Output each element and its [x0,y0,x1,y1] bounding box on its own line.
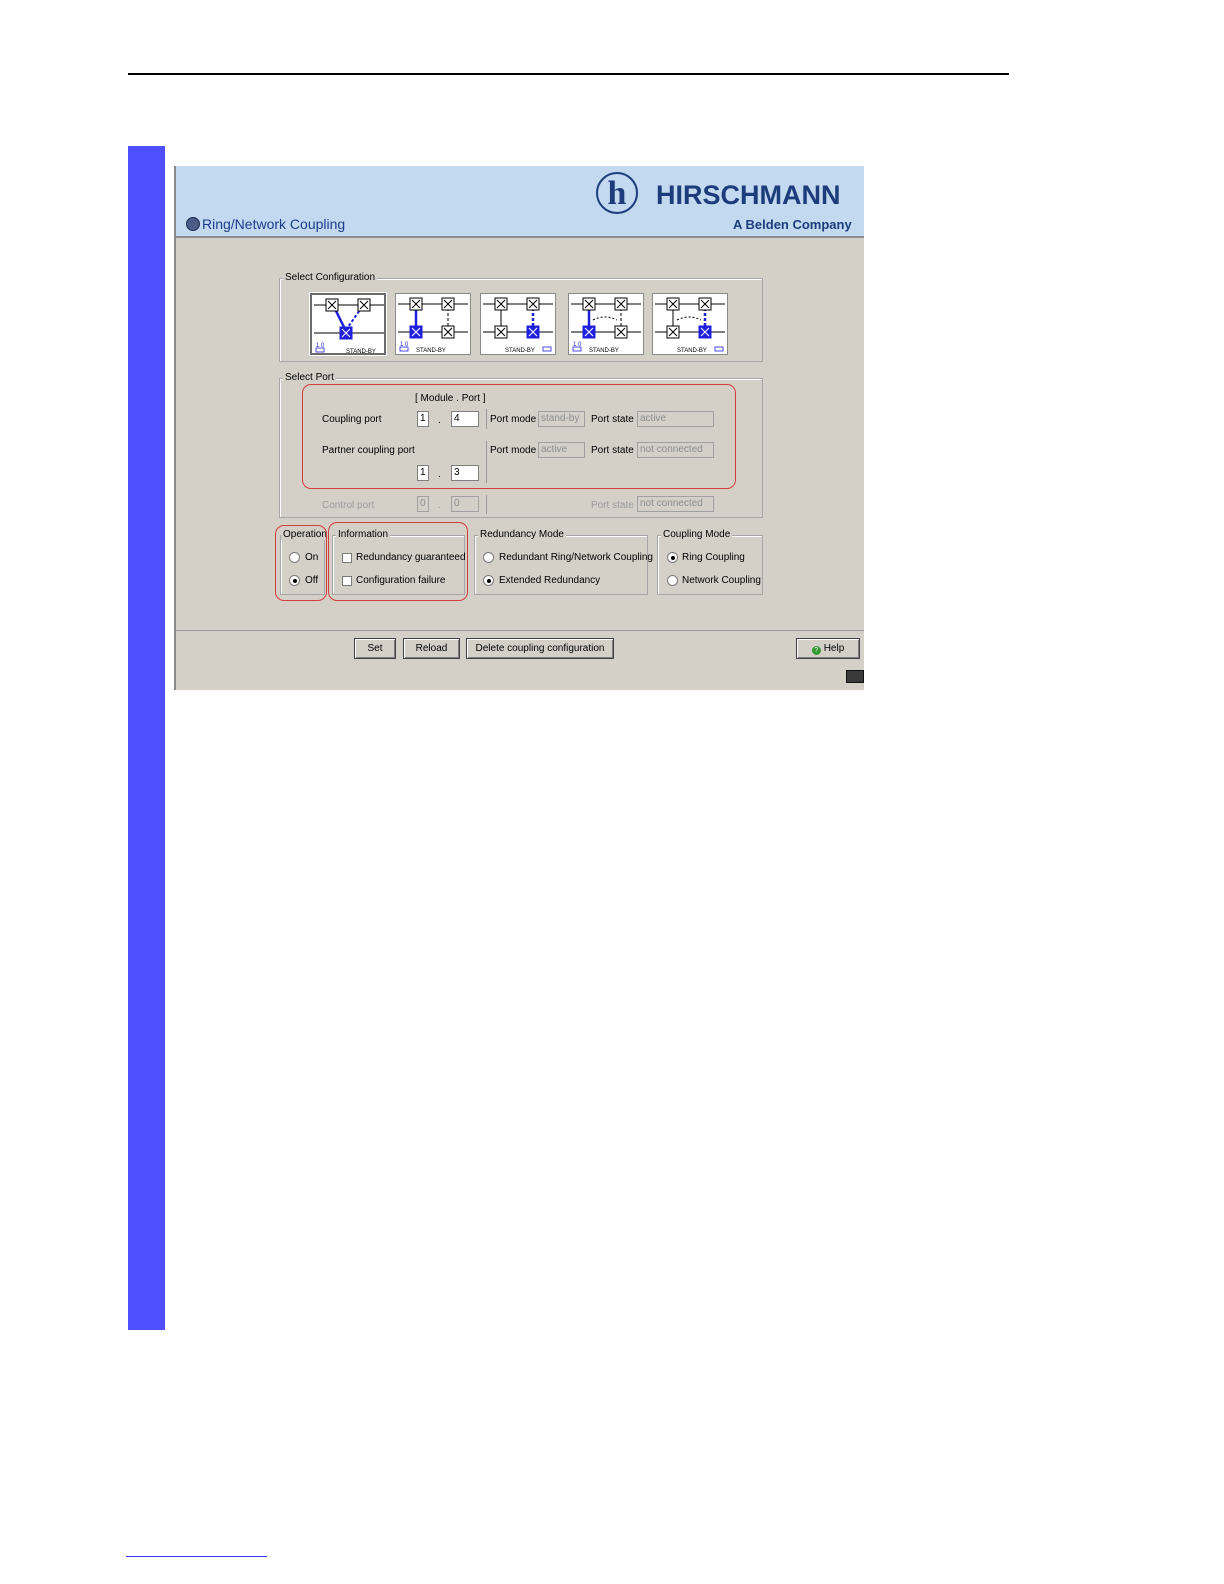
redundant-coupling-radio[interactable] [483,552,494,563]
control-port-label: Control port [322,500,375,511]
switch-icon [494,297,508,311]
help-button[interactable]: ? Help [796,638,860,659]
tile-caption: STAND-BY [505,348,535,354]
brand-name: HIRSCHMANN [656,180,841,210]
button-bar: Set Reload Delete coupling configuration… [176,630,864,690]
extended-redundancy-label: Extended Redundancy [499,575,601,586]
ring-coupling-label: Ring Coupling [682,552,745,563]
select-configuration-legend: Select Configuration [283,272,378,283]
switch-icon [698,297,712,311]
switch-icon [614,297,628,311]
switch-icon [357,298,371,312]
coupling-mode-group: Coupling Mode Ring Coupling Network Coup… [657,529,763,595]
network-coupling-radio[interactable] [667,575,678,586]
switch-icon [526,297,540,311]
redundant-coupling-label: Redundant Ring/Network Coupling [499,552,653,563]
select-port-legend: Select Port [283,372,336,383]
switch-icon [441,325,455,339]
switch-icon [409,297,423,311]
coupling-topology-icon: 1 0STAND-BY [398,297,468,354]
operation-highlight-box [275,525,327,601]
hirschmann-logo-icon: h [596,172,638,214]
help-label: Help [823,643,845,654]
select-configuration-group: Select Configuration 1 0 STAND-BY 1 0 STAND… [279,272,763,362]
tile-caption: STAND-BY [346,349,376,355]
set-button[interactable]: Set [354,638,396,659]
extended-redundancy-radio[interactable] [483,575,494,586]
brand-subtitle: A Belden Company [733,217,852,232]
header-banner: Ring/Network Coupling h HIRSCHMANN A Bel… [176,166,864,238]
delete-coupling-button[interactable]: Delete coupling configuration [466,638,614,659]
control-port-state-field: not connected [637,496,714,512]
coupling-topology-icon: STAND-BY [483,297,553,354]
reload-button[interactable]: Reload [403,638,460,659]
coupling-mode-legend: Coupling Mode [661,529,733,540]
switch-icon [494,325,508,339]
switch-icon [666,297,680,311]
network-coupling-label: Network Coupling [682,575,761,586]
control-port-module-field: 0 [417,496,429,512]
configuration-tile-4[interactable]: 1 0 STAND-BY [568,293,644,355]
switch-icon [698,325,712,339]
page-title: Ring/Network Coupling [202,216,346,232]
control-port-divider [486,495,487,514]
tile-caption: STAND-BY [677,348,707,354]
help-icon: ? [811,646,821,655]
configuration-tile-2[interactable]: 1 0 STAND-BY [395,293,471,355]
coupling-topology-icon: STAND-BY [655,297,725,354]
tile-caption: STAND-BY [589,348,619,354]
configuration-tile-5[interactable]: STAND-BY [652,293,728,355]
redundancy-mode-group: Redundancy Mode Redundant Ring/Network C… [474,529,653,595]
control-port-dot: . [438,500,441,511]
switch-icon [666,325,680,339]
coupling-topology-icon: 1 0STAND-BY [571,297,641,354]
coupling-topology-icon: 1 0STAND-BY [314,298,384,355]
configuration-tile-3[interactable]: STAND-BY [480,293,556,355]
information-highlight-box [328,522,468,601]
switch-icon [526,325,540,339]
switch-icon [325,298,339,312]
side-color-bar [128,146,165,1330]
switch-icon [409,325,423,339]
tile-caption: STAND-BY [416,348,446,354]
switch-icon [582,297,596,311]
top-rule [128,73,1009,75]
configuration-tile-1[interactable]: 1 0 STAND-BY [309,292,387,356]
switch-icon [441,297,455,311]
redundancy-mode-legend: Redundancy Mode [478,529,566,540]
ring-coupling-radio[interactable] [667,552,678,563]
port-highlight-box [302,384,736,489]
control-port-port-field: 0 [451,496,479,512]
switch-icon [582,325,596,339]
switch-icon [339,326,353,340]
app-window: Ring/Network Coupling h HIRSCHMANN A Bel… [174,166,864,690]
ring-coupling-icon [186,217,200,231]
footer-rule [126,1556,267,1557]
switch-icon [614,325,628,339]
control-port-state-label: Port state [591,500,634,511]
status-indicator-icon [846,670,864,683]
